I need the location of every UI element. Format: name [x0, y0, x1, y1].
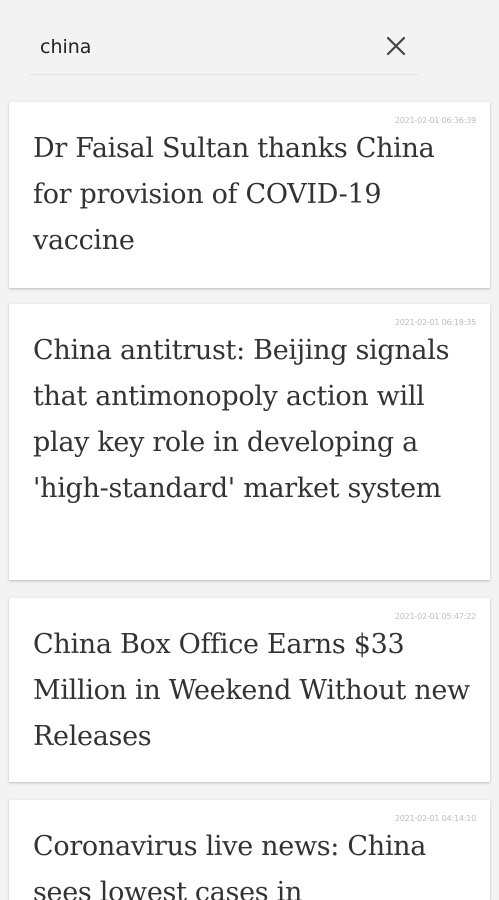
article-timestamp: 2021-02-01 06:36:39	[394, 116, 476, 125]
article-timestamp: 2021-02-01 05:47:22	[394, 612, 476, 621]
article-title: China Box Office Earns $33 Million in We…	[33, 629, 470, 752]
article-card[interactable]: 2021-02-01 05:47:22 China Box Office Ear…	[9, 598, 490, 782]
close-icon	[384, 34, 408, 58]
search-input[interactable]	[40, 32, 360, 62]
article-title: Dr Faisal Sultan thanks China for provis…	[33, 133, 435, 256]
article-card[interactable]: 2021-02-01 06:36:39 Dr Faisal Sultan tha…	[9, 102, 490, 288]
article-card[interactable]: 2021-02-01 06:18:35 China antitrust: Bei…	[9, 304, 490, 580]
clear-search-button[interactable]	[384, 34, 408, 58]
search-bar	[30, 22, 418, 75]
article-title: Coronavirus live news: China sees lowest…	[33, 831, 427, 900]
article-card[interactable]: 2021-02-01 04:14:10 Coronavirus live new…	[9, 800, 490, 900]
article-timestamp: 2021-02-01 06:18:35	[394, 318, 476, 327]
article-timestamp: 2021-02-01 04:14:10	[394, 814, 476, 823]
article-title: China antitrust: Beijing signals that an…	[33, 335, 450, 504]
